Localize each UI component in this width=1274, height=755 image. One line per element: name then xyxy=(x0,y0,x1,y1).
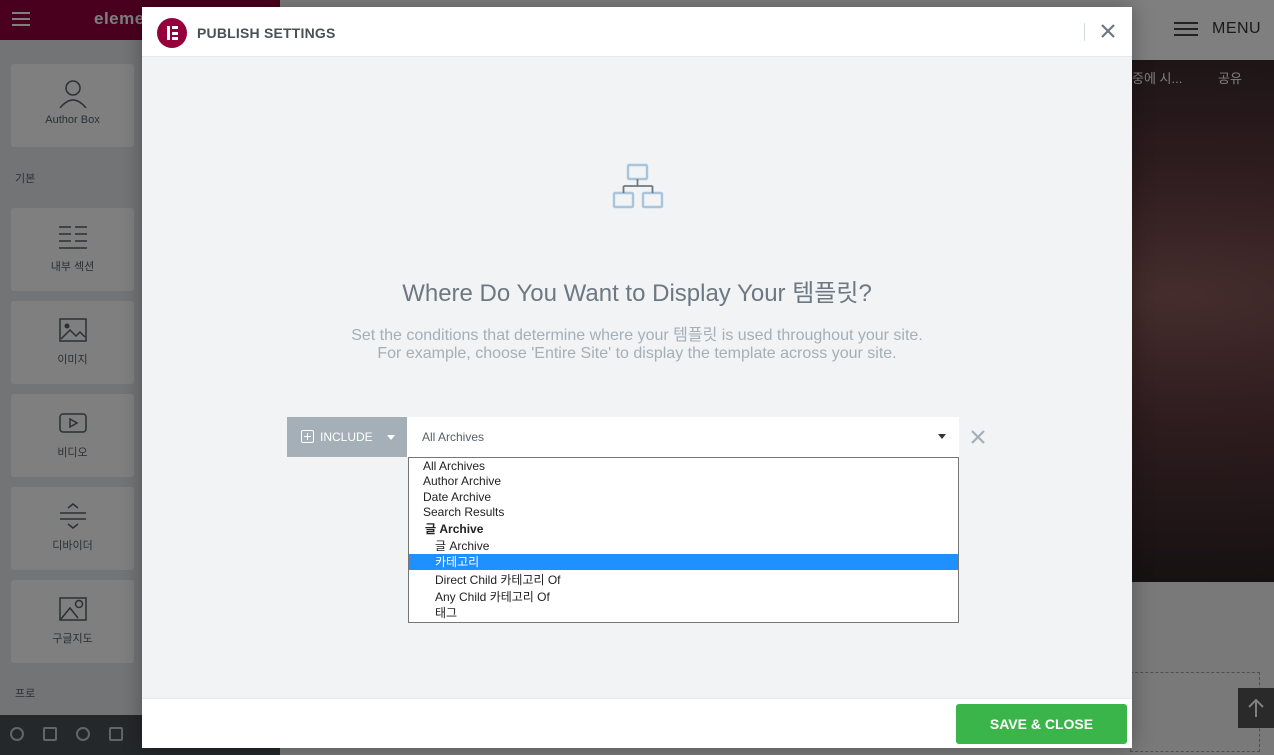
condition-type-select[interactable]: INCLUDE xyxy=(287,417,407,457)
sitemap-icon xyxy=(612,163,664,209)
dropdown-option[interactable]: 태그 xyxy=(409,605,958,621)
dropdown-option-selected[interactable]: 카테고리 xyxy=(409,554,958,570)
dropdown-option[interactable]: Date Archive xyxy=(409,489,958,505)
condition-selected-value: All Archives xyxy=(422,430,485,444)
modal-description-line-1: Set the conditions that determine where … xyxy=(351,327,923,344)
condition-type-label: INCLUDE xyxy=(320,430,373,444)
remove-condition-icon[interactable] xyxy=(970,429,986,445)
caret-down-icon xyxy=(938,434,946,439)
dropdown-option[interactable]: 글 Archive xyxy=(409,538,958,554)
modal-title: PUBLISH SETTINGS xyxy=(197,25,336,41)
publish-settings-modal: PUBLISH SETTINGS Where Do You Want to Di… xyxy=(142,7,1132,748)
close-icon[interactable] xyxy=(1098,21,1118,41)
dropdown-option[interactable]: Author Archive xyxy=(409,473,958,489)
dropdown-option[interactable]: Direct Child 카테고리 Of xyxy=(409,572,958,588)
modal-headline: Where Do You Want to Display Your 템플릿? xyxy=(402,280,872,307)
modal-description-line-2: For example, choose 'Entire Site' to dis… xyxy=(377,345,897,362)
condition-name-select[interactable]: All Archives xyxy=(407,417,959,457)
plus-square-icon xyxy=(301,430,314,443)
dropdown-optgroup: 글 Archive xyxy=(425,522,484,536)
save-and-close-button[interactable]: SAVE & CLOSE xyxy=(956,704,1127,744)
modal-header: PUBLISH SETTINGS xyxy=(142,7,1132,57)
dropdown-option[interactable]: Search Results xyxy=(409,504,958,520)
caret-down-icon xyxy=(387,435,395,440)
modal-footer: SAVE & CLOSE xyxy=(142,698,1132,748)
dropdown-option[interactable]: All Archives xyxy=(409,458,958,474)
header-divider xyxy=(1084,23,1085,41)
dropdown-option[interactable]: Any Child 카테고리 Of xyxy=(409,589,958,605)
elementor-logo-icon xyxy=(157,18,187,48)
condition-dropdown-list: All Archives Author Archive Date Archive… xyxy=(408,457,959,623)
